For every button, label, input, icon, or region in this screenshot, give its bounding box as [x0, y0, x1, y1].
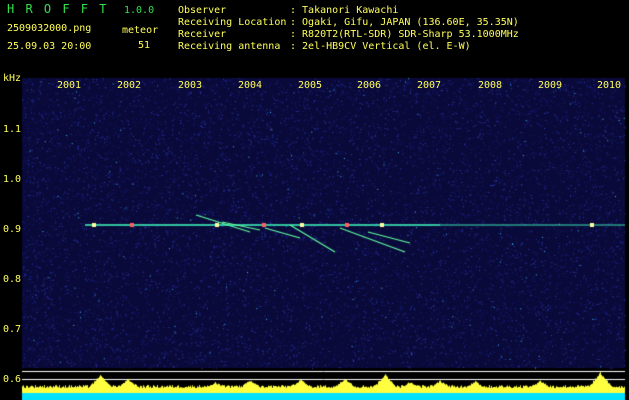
app-version: 1.0.0: [124, 5, 155, 16]
x-tick-label: 2006: [356, 80, 382, 91]
x-tick-label: 2005: [297, 80, 323, 91]
x-tick-label: 2004: [237, 80, 263, 91]
y-axis-unit: kHz: [3, 73, 22, 84]
receiver-label: Receiver: [178, 29, 227, 40]
date-time: 25.09.03 20:00: [7, 41, 92, 52]
x-tick-label: 2008: [477, 80, 503, 91]
y-tick-label: 0.8: [3, 274, 22, 285]
app-title: H R O F F T: [7, 2, 109, 16]
meteor-count: 51: [138, 40, 151, 51]
antenna-value: : 2el-HB9CV Vertical (el. E-W): [290, 41, 471, 52]
hrofft-window: H R O F F T 1.0.0 2509032000.png meteor …: [0, 0, 629, 400]
y-tick-label: 1.0: [3, 174, 22, 185]
y-tick-label: 0.9: [3, 224, 22, 235]
x-tick-label: 2009: [537, 80, 563, 91]
x-tick-label: 2003: [177, 80, 203, 91]
spectrogram-canvas: [0, 0, 629, 400]
x-tick-label: 2010: [596, 80, 622, 91]
receiver-value: : R820T2(RTL-SDR) SDR-Sharp 53.1000MHz: [290, 29, 519, 40]
y-tick-label: 0.7: [3, 324, 22, 335]
antenna-label: Receiving antenna: [178, 41, 281, 52]
x-tick-label: 2001: [56, 80, 82, 91]
location-value: : Ogaki, Gifu, JAPAN (136.60E, 35.35N): [290, 17, 519, 28]
observer-label: Observer: [178, 5, 227, 16]
y-tick-label: 0.6: [3, 374, 22, 385]
meteor-label: meteor: [122, 25, 159, 36]
location-label: Receiving Location: [178, 17, 287, 28]
observer-value: : Takanori Kawachi: [290, 5, 399, 16]
y-tick-label: 1.1: [3, 124, 22, 135]
x-tick-label: 2002: [116, 80, 142, 91]
x-tick-label: 2007: [416, 80, 442, 91]
file-name: 2509032000.png: [7, 23, 92, 34]
